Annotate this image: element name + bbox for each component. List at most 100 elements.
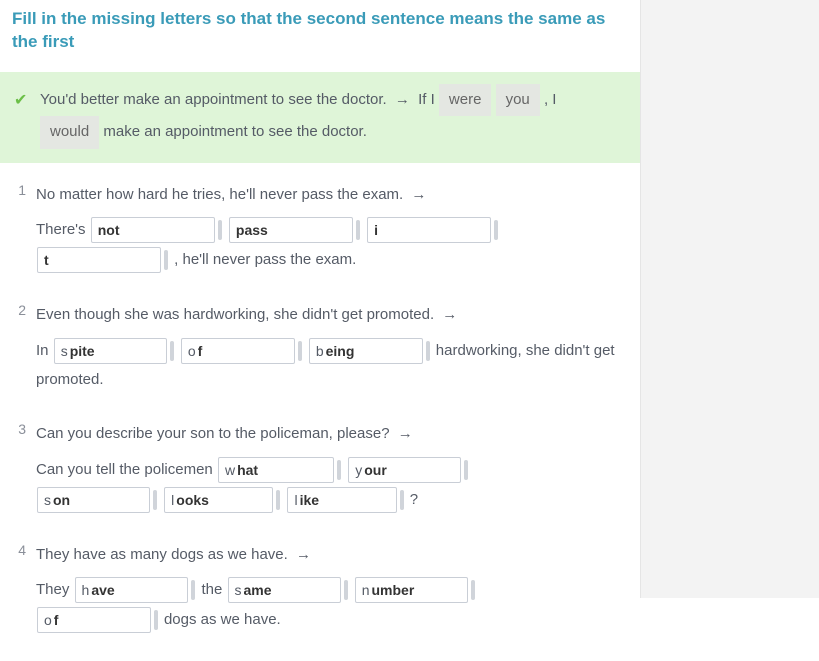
blank-input-wrap[interactable] xyxy=(367,217,491,243)
drag-handle[interactable] xyxy=(191,580,195,600)
blank-input[interactable] xyxy=(374,222,484,238)
blank-hint: n xyxy=(362,577,372,604)
blank-input[interactable] xyxy=(236,222,346,238)
blank-input-wrap[interactable]: o xyxy=(181,338,295,364)
question-answer-line: Can you tell the policemen w ys l l ? xyxy=(36,455,630,515)
blank-hint: s xyxy=(235,577,244,604)
blank-input[interactable] xyxy=(244,582,334,598)
answer-text-lead: There's xyxy=(36,221,90,238)
blank-hint: s xyxy=(61,338,70,365)
blank-input-wrap[interactable]: o xyxy=(37,607,151,633)
blank-input-wrap[interactable] xyxy=(91,217,215,243)
blank-hint: s xyxy=(44,487,53,514)
blank-input-wrap[interactable]: y xyxy=(348,457,461,483)
example-fill-3: would xyxy=(40,116,99,149)
arrow-icon: → xyxy=(395,86,410,115)
blank-input[interactable] xyxy=(54,612,144,628)
check-icon: ✔ xyxy=(14,86,27,116)
blank-input-wrap[interactable] xyxy=(37,247,161,273)
question-answer-line: In s o b hardworking, she didn't get pro… xyxy=(36,336,630,395)
answer-text-lead: They xyxy=(36,581,74,598)
drag-handle[interactable] xyxy=(276,490,280,510)
drag-handle[interactable] xyxy=(400,490,404,510)
question-body: Even though she was hardworking, she did… xyxy=(36,301,630,394)
drag-handle[interactable] xyxy=(218,220,222,240)
blank-input[interactable] xyxy=(70,343,160,359)
blank-input[interactable] xyxy=(364,462,454,478)
arrow-icon: → xyxy=(296,541,311,570)
main-content: Fill in the missing letters so that the … xyxy=(0,0,640,661)
blank-input[interactable] xyxy=(198,343,288,359)
question-prompt: Can you describe your son to the policem… xyxy=(36,425,390,442)
blank-input[interactable] xyxy=(176,492,266,508)
drag-handle[interactable] xyxy=(494,220,498,240)
blank-input[interactable] xyxy=(91,582,181,598)
blank-input-wrap[interactable] xyxy=(229,217,353,243)
question-answer-line: There's , he'll never pass the exam. xyxy=(36,215,630,275)
blank-input[interactable] xyxy=(98,222,208,238)
blank-hint: o xyxy=(44,607,54,634)
blank-input-wrap[interactable]: s xyxy=(37,487,150,513)
blank-hint: h xyxy=(82,577,92,604)
blank-input-wrap[interactable]: w xyxy=(218,457,334,483)
question-row: 2Even though she was hardworking, she di… xyxy=(10,301,630,394)
answer-text-tail: ? xyxy=(406,491,419,508)
questions-list: 1No matter how hard he tries, he'll neve… xyxy=(0,163,640,636)
blank-input-wrap[interactable]: l xyxy=(287,487,396,513)
example-text-b1: If I xyxy=(418,91,435,108)
blank-input[interactable] xyxy=(237,462,327,478)
drag-handle[interactable] xyxy=(356,220,360,240)
drag-handle[interactable] xyxy=(164,250,168,270)
drag-handle[interactable] xyxy=(153,490,157,510)
question-answer-line: They h the s no dogs as we have. xyxy=(36,575,630,635)
drag-handle[interactable] xyxy=(170,341,174,361)
question-number: 2 xyxy=(10,301,36,394)
question-prompt: Even though she was hardworking, she did… xyxy=(36,306,434,323)
question-body: They have as many dogs as we have. → They… xyxy=(36,541,630,636)
blank-input-wrap[interactable]: b xyxy=(309,338,423,364)
arrow-icon: → xyxy=(411,181,426,210)
blank-input[interactable] xyxy=(53,492,143,508)
blank-input[interactable] xyxy=(371,582,461,598)
example-text-b2: , I xyxy=(544,91,557,108)
blank-input-wrap[interactable]: h xyxy=(75,577,189,603)
drag-handle[interactable] xyxy=(298,341,302,361)
blank-input-wrap[interactable]: l xyxy=(164,487,273,513)
example-block: ✔ You'd better make an appointment to se… xyxy=(0,72,640,163)
example-text-a: You'd better make an appointment to see … xyxy=(40,91,387,108)
blank-hint: w xyxy=(225,457,237,484)
question-prompt-line: Even though she was hardworking, she did… xyxy=(36,301,630,330)
blank-input[interactable] xyxy=(326,343,416,359)
answer-text-mid: the xyxy=(201,581,226,598)
question-number: 4 xyxy=(10,541,36,636)
question-body: No matter how hard he tries, he'll never… xyxy=(36,181,630,276)
arrow-icon: → xyxy=(442,301,457,330)
blank-input-wrap[interactable]: n xyxy=(355,577,469,603)
blank-input[interactable] xyxy=(44,252,154,268)
drag-handle[interactable] xyxy=(154,610,158,630)
blank-input-wrap[interactable]: s xyxy=(54,338,167,364)
question-prompt: They have as many dogs as we have. xyxy=(36,546,288,563)
blank-input-wrap[interactable]: s xyxy=(228,577,341,603)
question-row: 3Can you describe your son to the police… xyxy=(10,420,630,515)
question-row: 4They have as many dogs as we have. →The… xyxy=(10,541,630,636)
drag-handle[interactable] xyxy=(344,580,348,600)
answer-text-tail: , he'll never pass the exam. xyxy=(170,251,356,268)
blank-hint: b xyxy=(316,338,326,365)
answer-text-lead: In xyxy=(36,342,53,359)
drag-handle[interactable] xyxy=(426,341,430,361)
question-prompt-line: No matter how hard he tries, he'll never… xyxy=(36,181,630,210)
drag-handle[interactable] xyxy=(337,460,341,480)
question-number: 1 xyxy=(10,181,36,276)
arrow-icon: → xyxy=(398,420,413,449)
question-number: 3 xyxy=(10,420,36,515)
drag-handle[interactable] xyxy=(471,580,475,600)
blank-hint: o xyxy=(188,338,198,365)
blank-hint: y xyxy=(355,457,364,484)
blank-input[interactable] xyxy=(300,492,390,508)
example-text-b3: make an appointment to see the doctor. xyxy=(103,123,367,140)
question-prompt-line: Can you describe your son to the policem… xyxy=(36,420,630,449)
question-row: 1No matter how hard he tries, he'll neve… xyxy=(10,181,630,276)
drag-handle[interactable] xyxy=(464,460,468,480)
question-prompt: No matter how hard he tries, he'll never… xyxy=(36,186,403,203)
